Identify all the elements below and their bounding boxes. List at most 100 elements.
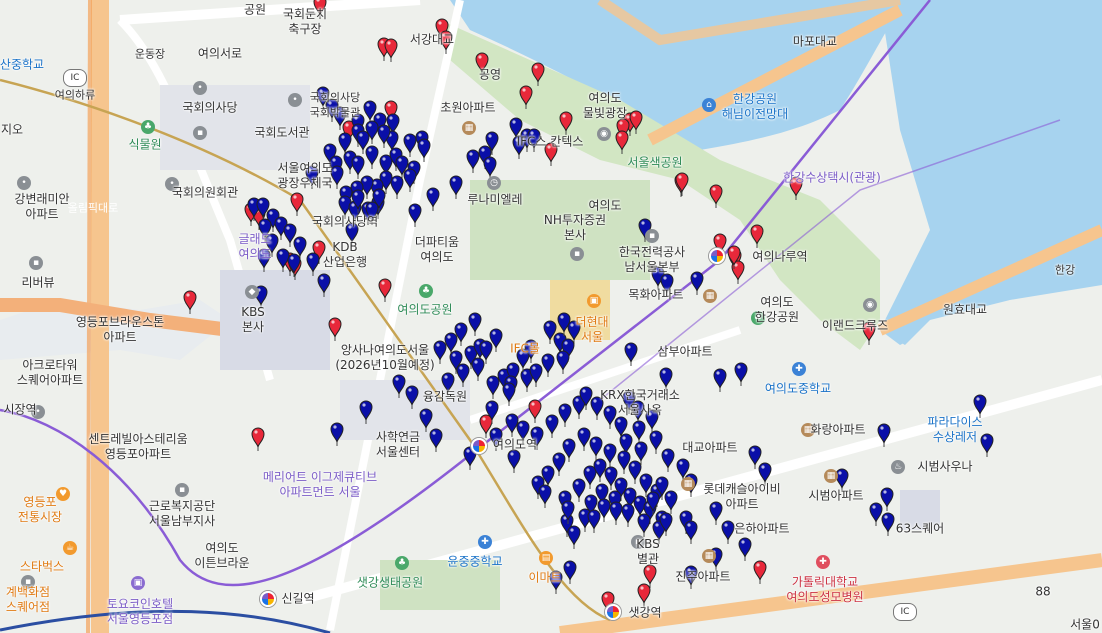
- map-place-label[interactable]: 운동장: [135, 47, 165, 62]
- map-place-label[interactable]: 토요코인호텔 서울영등포점: [107, 597, 173, 627]
- poi-icon[interactable]: ✚: [816, 555, 830, 569]
- map-place-label[interactable]: IFC몰: [510, 342, 540, 357]
- map-place-label[interactable]: 가톨릭대학교 여의도성모병원: [786, 575, 863, 605]
- poi-icon[interactable]: ◆: [245, 285, 259, 299]
- map-place-label[interactable]: 한강수상택시(관광): [783, 171, 881, 186]
- blue-marker[interactable]: [869, 502, 883, 526]
- poi-icon[interactable]: ▦: [462, 121, 476, 135]
- map-place-label[interactable]: 리버뷰: [21, 276, 54, 291]
- poi-icon[interactable]: ◉: [863, 298, 877, 312]
- map-place-label[interactable]: 목화아파트: [628, 288, 683, 303]
- map-place-label[interactable]: KBS 본사: [241, 305, 265, 335]
- map-place-label[interactable]: 강변래미안 아파트: [14, 192, 69, 222]
- blue-marker[interactable]: [563, 560, 577, 584]
- red-marker[interactable]: [637, 583, 651, 607]
- blue-marker[interactable]: [628, 460, 642, 484]
- map-place-label[interactable]: 한강공원 해님이전망대: [722, 92, 788, 122]
- blue-marker[interactable]: [390, 175, 404, 199]
- blue-marker[interactable]: [505, 413, 519, 437]
- map-place-label[interactable]: NH투자증권 본사: [544, 213, 606, 243]
- poi-icon[interactable]: ▤: [539, 551, 553, 565]
- blue-marker[interactable]: [617, 450, 631, 474]
- red-marker[interactable]: [251, 427, 265, 451]
- blue-marker[interactable]: [330, 165, 344, 189]
- red-marker[interactable]: [328, 317, 342, 341]
- poi-icon[interactable]: ▪: [29, 256, 43, 270]
- poi-icon[interactable]: ✚: [478, 535, 492, 549]
- red-marker[interactable]: [290, 192, 304, 216]
- poi-icon[interactable]: ♣: [395, 556, 409, 570]
- blue-marker[interactable]: [486, 375, 500, 399]
- red-marker[interactable]: [384, 38, 398, 62]
- map-place-label[interactable]: 여의하류: [55, 88, 95, 103]
- map-place-label[interactable]: 사학연금 서울센터: [376, 430, 420, 460]
- map-place-label[interactable]: 여의나루역: [752, 250, 807, 265]
- poi-icon[interactable]: ♣: [141, 120, 155, 134]
- blue-marker[interactable]: [684, 520, 698, 544]
- blue-marker[interactable]: [577, 427, 591, 451]
- blue-marker[interactable]: [621, 503, 635, 527]
- map-place-label[interactable]: 산중학교: [0, 58, 44, 73]
- map-place-label[interactable]: 아크로타워 스퀘어아파트: [17, 358, 83, 388]
- map-place-label[interactable]: 이랜드크루즈: [822, 319, 888, 334]
- map-place-label[interactable]: 샛강역: [628, 606, 661, 621]
- blue-marker[interactable]: [583, 465, 597, 489]
- map-canvas[interactable]: [0, 0, 1102, 633]
- map-place-label[interactable]: 더현대 서울: [575, 315, 608, 345]
- map-place-label[interactable]: 신길역: [281, 592, 314, 607]
- blue-marker[interactable]: [403, 133, 417, 157]
- map-place-label[interactable]: 국회둔치 축구장: [283, 7, 327, 37]
- map-place-label[interactable]: 롯데캐슬아이비 아파트: [703, 482, 780, 512]
- poi-icon[interactable]: ▪: [645, 229, 659, 243]
- blue-marker[interactable]: [880, 487, 894, 511]
- map-place-label[interactable]: 파라다이스 수상레저: [927, 415, 982, 445]
- blue-marker[interactable]: [541, 353, 555, 377]
- map-place-label[interactable]: 공원: [244, 3, 266, 18]
- poi-icon[interactable]: ▪: [193, 126, 207, 140]
- blue-marker[interactable]: [545, 414, 559, 438]
- map-place-label[interactable]: 서강대교: [410, 33, 454, 48]
- poi-icon[interactable]: ▣: [587, 294, 601, 308]
- blue-marker[interactable]: [276, 248, 290, 272]
- map-place-label[interactable]: 국회의사당 국회박물관: [310, 90, 361, 120]
- poi-icon[interactable]: ▦: [681, 477, 695, 491]
- map-place-label[interactable]: 메리어트 이그제큐티브 아파트먼트 서울: [263, 470, 377, 500]
- blue-marker[interactable]: [429, 428, 443, 452]
- blue-marker[interactable]: [721, 520, 735, 544]
- blue-marker[interactable]: [713, 368, 727, 392]
- blue-marker[interactable]: [449, 175, 463, 199]
- poi-icon[interactable]: ♣: [419, 284, 433, 298]
- blue-marker[interactable]: [558, 403, 572, 427]
- map-place-label[interactable]: 여의도공원: [397, 303, 452, 318]
- map-place-label[interactable]: 공영: [479, 68, 501, 83]
- subway-station-icon[interactable]: [709, 248, 725, 264]
- map-place-label[interactable]: 지오: [1, 123, 23, 138]
- map-place-label[interactable]: 국회의사당: [182, 101, 237, 116]
- poi-icon[interactable]: ▣: [131, 576, 145, 590]
- red-marker[interactable]: [675, 172, 689, 196]
- blue-marker[interactable]: [661, 448, 675, 472]
- map-place-label[interactable]: 국회의사당역: [312, 215, 378, 230]
- subway-station-icon[interactable]: [605, 604, 621, 620]
- poi-icon[interactable]: •: [17, 176, 31, 190]
- blue-marker[interactable]: [377, 124, 391, 148]
- blue-marker[interactable]: [365, 145, 379, 169]
- map-place-label[interactable]: 여의도역: [493, 438, 537, 453]
- map-place-label[interactable]: 서울0: [1070, 618, 1100, 633]
- map-place-label[interactable]: 영등포브라운스톤 아파트: [76, 315, 164, 345]
- map-place-label[interactable]: KRX한국거래소 서울사옥: [600, 388, 680, 418]
- blue-marker[interactable]: [572, 478, 586, 502]
- blue-marker[interactable]: [637, 513, 651, 537]
- blue-marker[interactable]: [552, 452, 566, 476]
- blue-marker[interactable]: [881, 512, 895, 536]
- poi-icon[interactable]: ▪: [175, 483, 189, 497]
- blue-marker[interactable]: [593, 458, 607, 482]
- blue-marker[interactable]: [426, 187, 440, 211]
- poi-icon[interactable]: ☕: [63, 541, 77, 555]
- blue-marker[interactable]: [649, 430, 663, 454]
- poi-icon[interactable]: •: [288, 93, 302, 107]
- blue-marker[interactable]: [589, 436, 603, 460]
- map-place-label[interactable]: 여의도 이튼브라운: [194, 541, 249, 571]
- poi-icon[interactable]: •: [193, 81, 207, 95]
- map-place-label[interactable]: 영등포 전통시장: [18, 495, 62, 525]
